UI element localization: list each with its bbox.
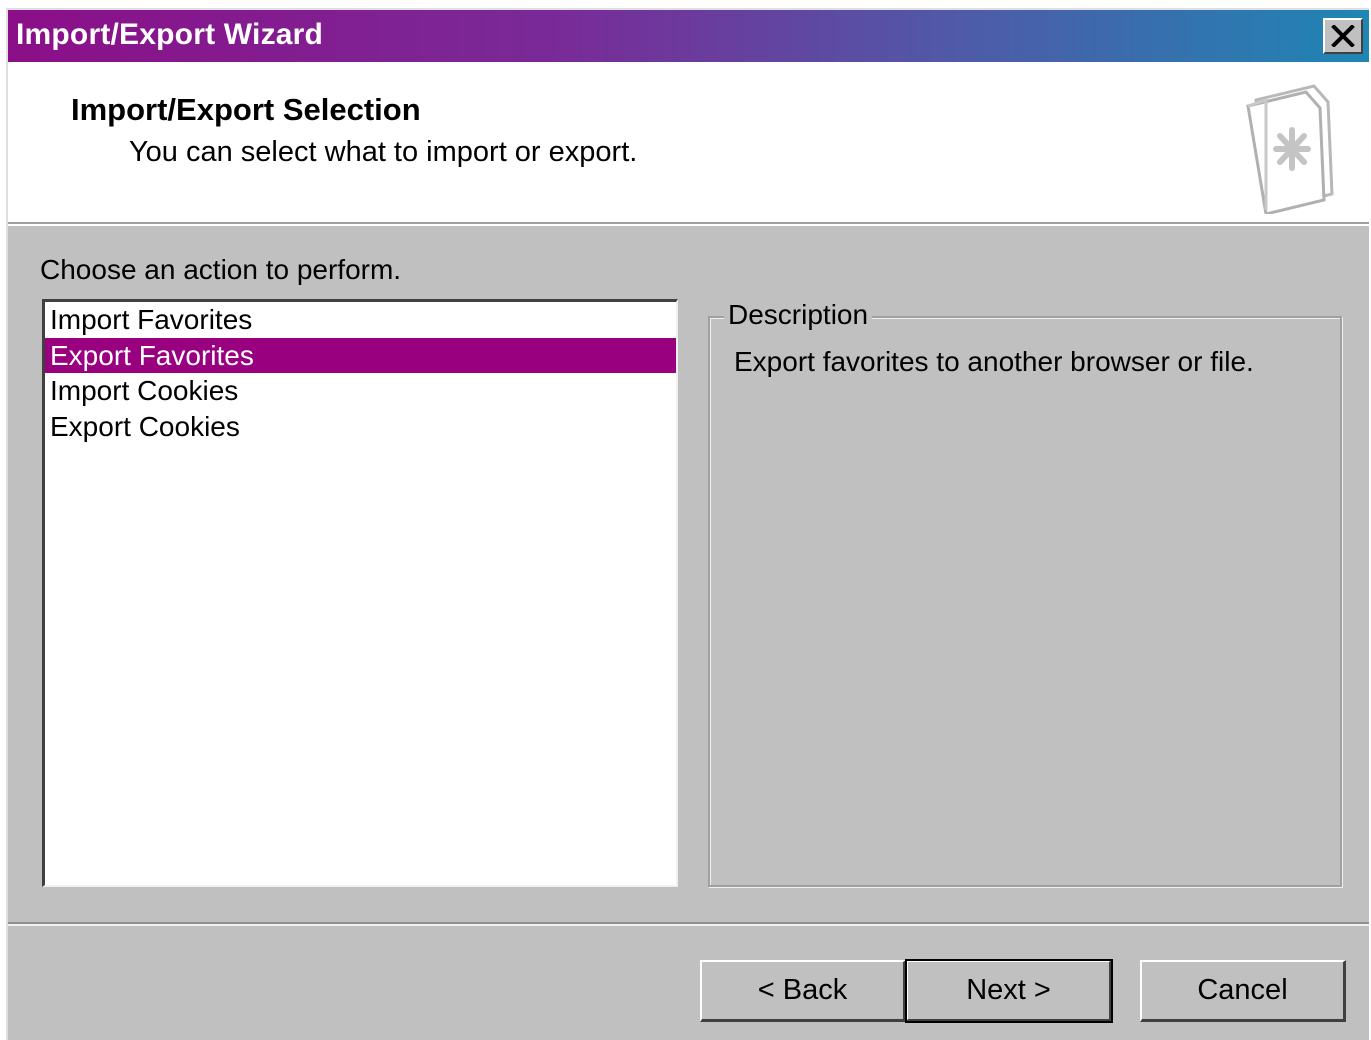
- back-button[interactable]: < Back: [700, 960, 906, 1022]
- close-icon: [1331, 25, 1355, 47]
- description-label: Description: [724, 299, 873, 331]
- list-item-import-cookies[interactable]: Import Cookies: [45, 373, 676, 409]
- header-divider: [8, 224, 1369, 226]
- wizard-window: Import/Export Wizard Import/Export Selec…: [6, 8, 1369, 1040]
- footer-divider: [8, 922, 1369, 926]
- description-text: Export favorites to another browser or f…: [734, 346, 1254, 377]
- page-title: Import/Export Selection: [71, 92, 421, 127]
- title-bar[interactable]: Import/Export Wizard: [8, 10, 1369, 62]
- wizard-header: Import/Export Selection You can select w…: [8, 62, 1369, 224]
- action-prompt: Choose an action to perform.: [40, 254, 402, 285]
- list-item-export-favorites[interactable]: Export Favorites: [45, 337, 676, 374]
- wizard-document-star-icon: [1246, 84, 1334, 214]
- action-listbox[interactable]: Import Favorites Export Favorites Import…: [42, 299, 678, 887]
- close-button[interactable]: [1323, 18, 1363, 54]
- window-title: Import/Export Wizard: [16, 18, 324, 51]
- list-item-import-favorites[interactable]: Import Favorites: [45, 302, 676, 338]
- page-subtitle: You can select what to import or export.: [129, 136, 638, 168]
- next-button[interactable]: Next >: [905, 959, 1113, 1023]
- description-groupbox: Description Export favorites to another …: [708, 299, 1342, 887]
- cancel-button[interactable]: Cancel: [1140, 960, 1346, 1022]
- list-item-export-cookies[interactable]: Export Cookies: [45, 409, 676, 445]
